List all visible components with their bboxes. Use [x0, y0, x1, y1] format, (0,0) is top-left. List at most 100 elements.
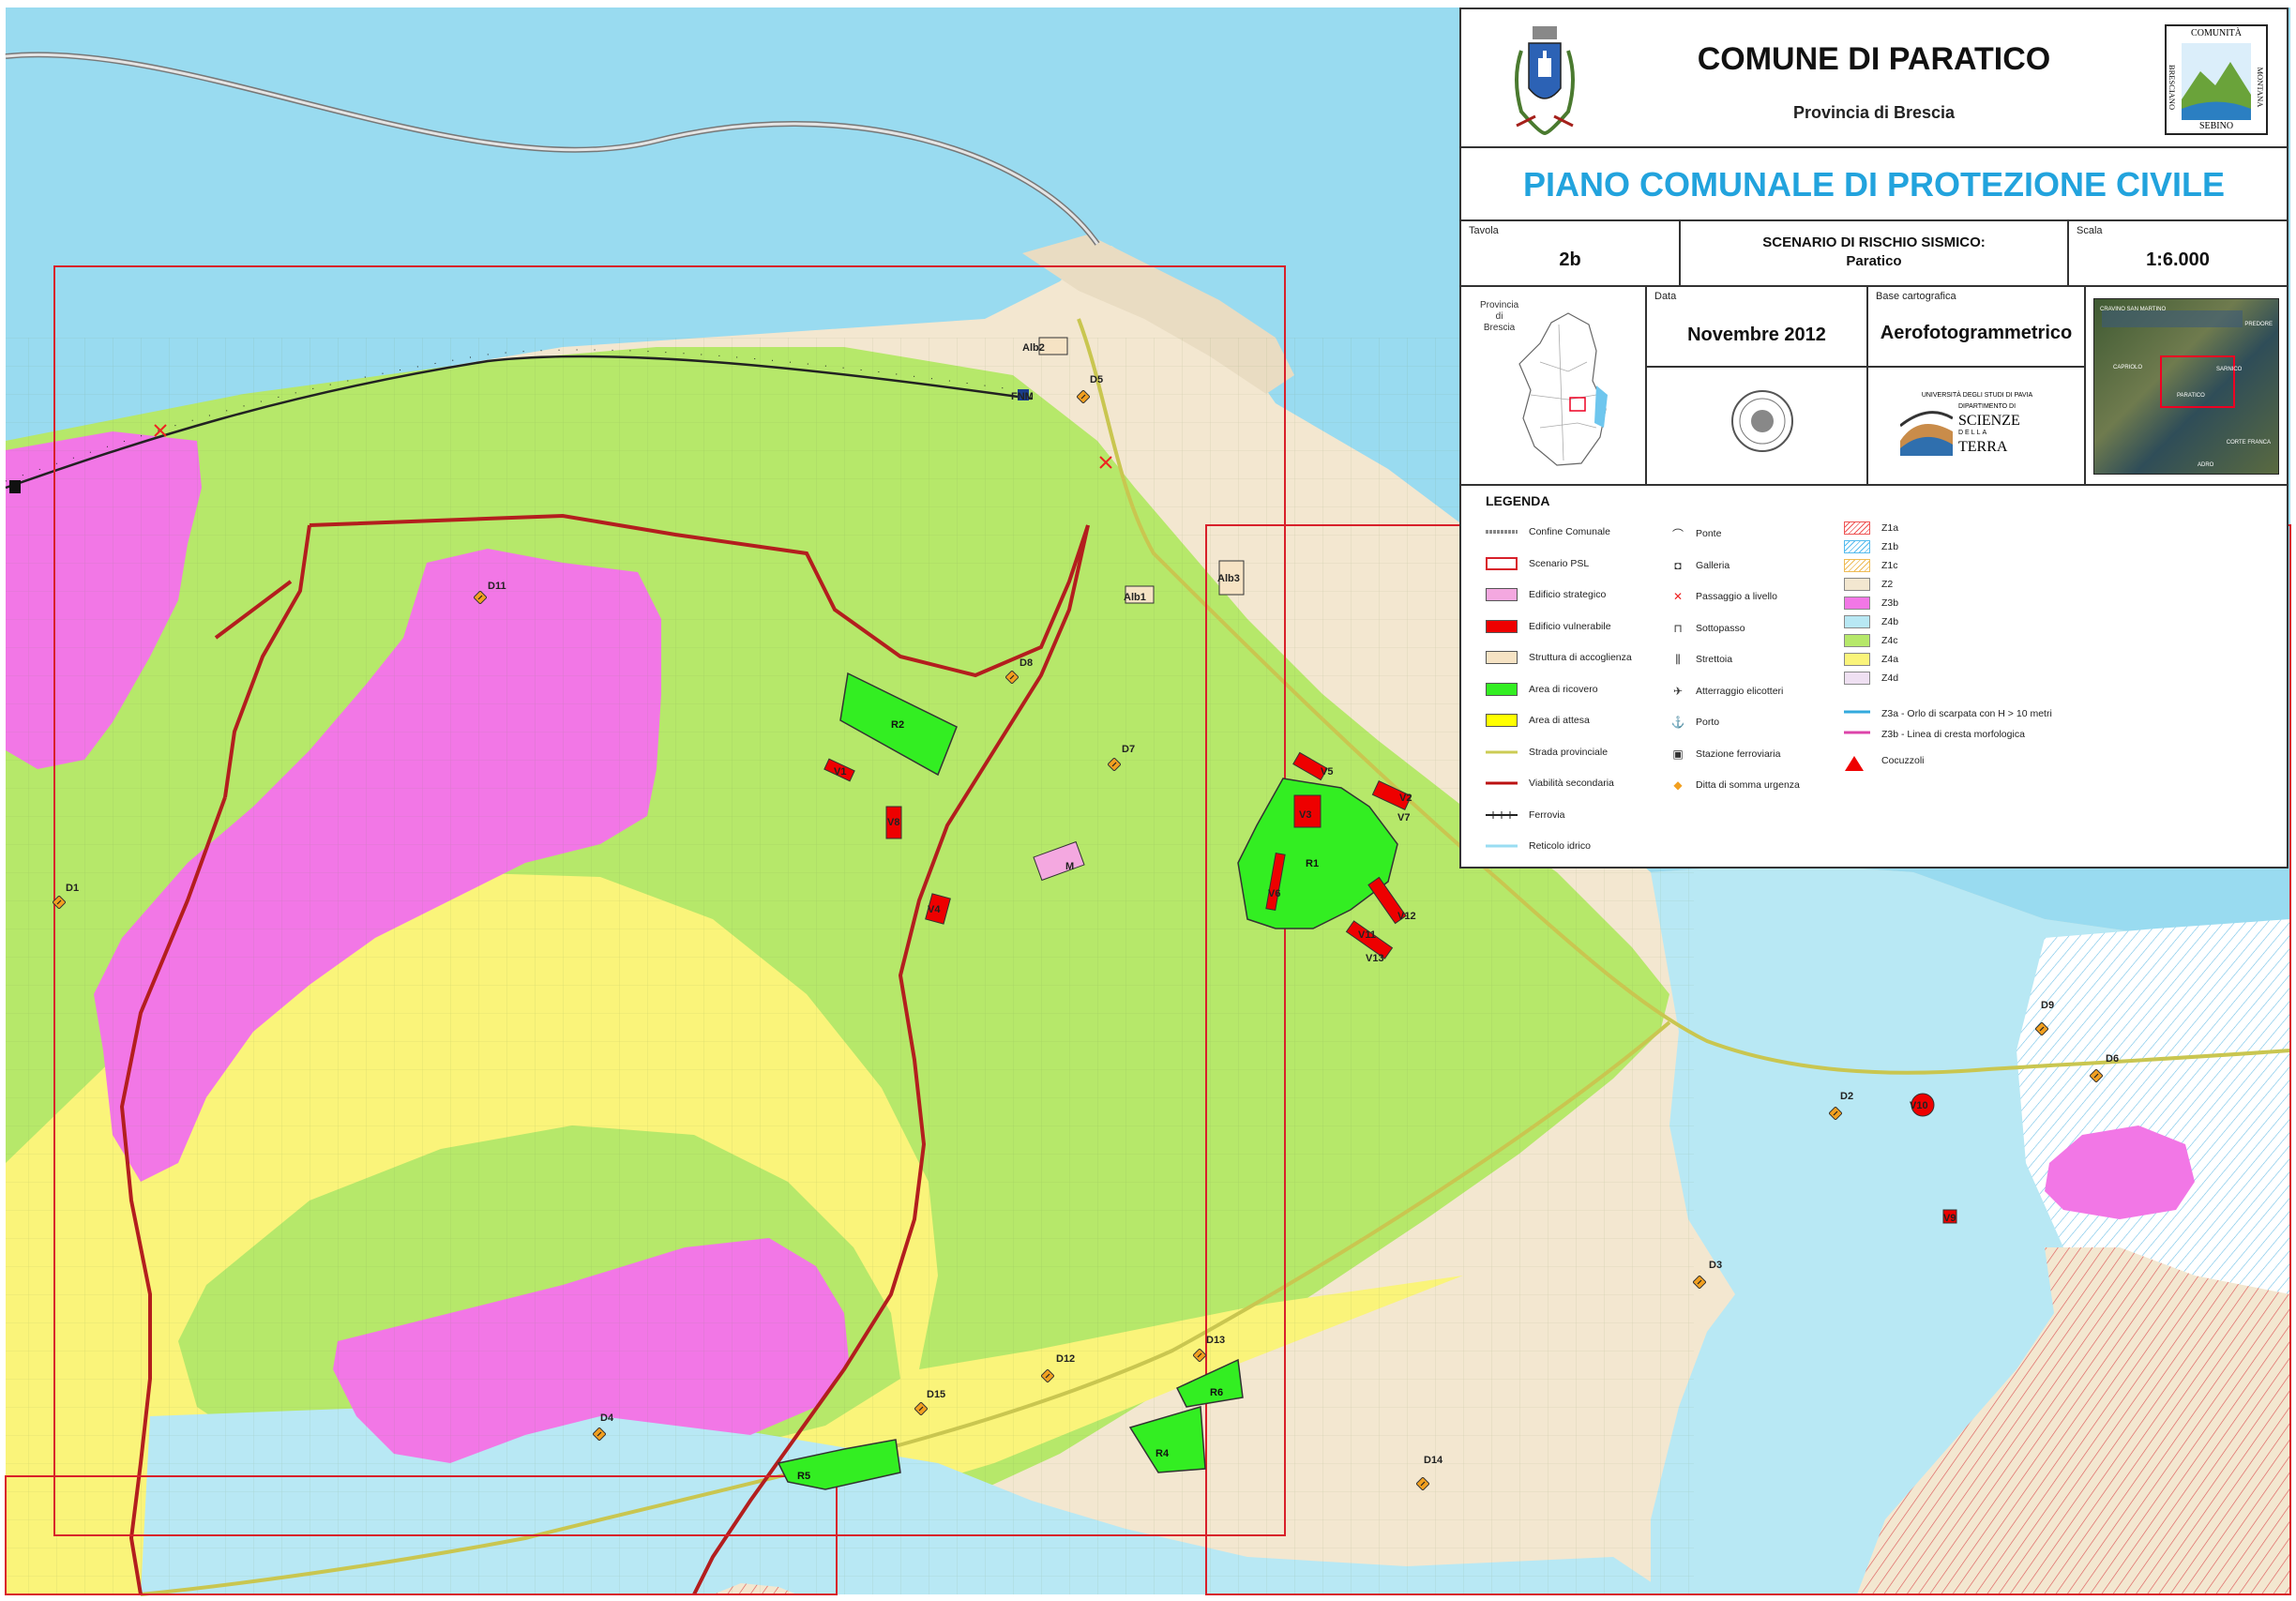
cocuzzoli-icon — [1844, 754, 1870, 771]
z4a-swatch — [1844, 653, 1870, 666]
label-r2: R2 — [891, 719, 904, 731]
cell-base-cartografica: Base cartografica Aerofotogrammetrico UN… — [1868, 287, 2086, 484]
logo-unipv: UNIVERSITÀ DEGLI STUDI DI PAVIA DIPARTIM… — [1900, 392, 2054, 460]
legend-title: LEGENDA — [1486, 493, 1550, 508]
ditta-icon: ◆ — [1673, 778, 1683, 792]
porto-icon: ⚓ — [1670, 716, 1685, 729]
legend-label: Ditta di somma urgenza — [1696, 779, 1800, 791]
legend-label: Z1c — [1881, 560, 1898, 571]
legend-label: Strettoia — [1696, 654, 1733, 665]
label-v13: V13 — [1366, 953, 1384, 964]
cell-inset-map: Provincia di Brescia — [1461, 287, 1647, 484]
legend-label: Cocuzzoli — [1881, 755, 1925, 766]
legend-item-ditta-di-somma-urgenza: ◆ Ditta di somma urgenza — [1669, 778, 1800, 792]
data-value: Novembre 2012 — [1687, 325, 1826, 345]
line-1-swatch — [1844, 707, 1870, 720]
legend-label: Stazione ferroviaria — [1696, 748, 1781, 760]
scala-value: 1:6.000 — [2146, 249, 2210, 270]
legend-item-ferrovia: Ferrovia — [1486, 808, 1565, 822]
legend-item-cocuzzoli: Cocuzzoli — [1844, 754, 1925, 771]
aerial-photo: CRAVINO SAN MARTINO PREDORE PARATICO SAR… — [2093, 298, 2279, 475]
label-alb1: Alb1 — [1124, 592, 1146, 603]
label-d11: D11 — [488, 581, 506, 592]
provincia-subtitle: Provincia di Brescia — [1792, 103, 1956, 122]
label-v9: V9 — [1943, 1213, 1956, 1224]
legend-label: Scenario PSL — [1529, 557, 1590, 569]
legend-item-z3b-linea-di-cresta-morfologica: Z3b - Linea di cresta morfologica — [1844, 728, 2025, 741]
label-v7: V7 — [1397, 812, 1410, 823]
label-m: M — [1065, 861, 1074, 872]
comune-title: COMUNE DI PARATICO — [1697, 41, 2051, 77]
strada-provinciale-swatch — [1486, 746, 1518, 759]
cell-aerial: CRAVINO SAN MARTINO PREDORE PARATICO SAR… — [2086, 287, 2287, 484]
label-d12: D12 — [1056, 1353, 1075, 1365]
z3b-swatch — [1844, 597, 1870, 610]
legend-item-area-di-ricovero: Area di ricovero — [1486, 682, 1598, 696]
legend-item-confine-comunale: Confine Comunale — [1486, 525, 1610, 538]
legend-label: Viabilità secondaria — [1529, 778, 1614, 789]
z4d-swatch — [1844, 672, 1870, 685]
university-seal-icon — [1731, 390, 1793, 452]
legend-item-passaggio-a-livello: ✕ Passaggio a livello — [1669, 590, 1777, 603]
label-r4: R4 — [1156, 1448, 1170, 1459]
struttura-di-accoglienza-swatch — [1486, 651, 1518, 664]
line-2-swatch — [1844, 728, 1870, 741]
z2-swatch — [1844, 578, 1870, 591]
legend-label: Struttura di accoglienza — [1529, 652, 1632, 663]
logo-bottom-text: SEBINO — [2198, 121, 2234, 131]
legend-label: Z1b — [1881, 541, 1899, 552]
legend-label: Z3a - Orlo di scarpata con H > 10 metri — [1881, 708, 2052, 719]
z1c-swatch — [1844, 559, 1870, 572]
legend-label: Confine Comunale — [1529, 526, 1610, 537]
label-v6: V6 — [1268, 888, 1280, 899]
edificio-vulnerabile-swatch — [1486, 619, 1518, 633]
legend-item-strada-provinciale: Strada provinciale — [1486, 746, 1608, 759]
elicotteri-icon: ✈ — [1672, 684, 1684, 698]
piano-title: PIANO COMUNALE DI PROTEZIONE CIVILE — [1522, 165, 2226, 204]
label-v8: V8 — [887, 817, 899, 828]
legend-label: Z4c — [1881, 635, 1898, 646]
tavola-value: 2b — [1559, 249, 1581, 270]
cell-scala: Scala 1:6.000 — [2069, 221, 2287, 285]
legend-label: Porto — [1696, 717, 1720, 728]
label-fnm: FNM — [1011, 391, 1034, 402]
label-d14: D14 — [1424, 1455, 1443, 1466]
edificio-strategico-swatch — [1486, 588, 1518, 601]
legend-item-z4a: Z4a — [1844, 653, 1898, 666]
header-tavola-row: Tavola 2b SCENARIO DI RISCHIO SISMICO: P… — [1461, 221, 2287, 287]
viabilit-secondaria-swatch — [1486, 777, 1518, 790]
scenario-line2: Paratico — [1846, 253, 1902, 269]
scenario-psl-swatch — [1486, 556, 1518, 570]
label-d3: D3 — [1709, 1260, 1722, 1271]
legend-item-ponte: ⌒ Ponte — [1669, 527, 1722, 541]
legend-item-z4d: Z4d — [1844, 672, 1898, 685]
label-v10: V10 — [1910, 1100, 1928, 1111]
legend-item-strettoia: ⫼ Strettoia — [1669, 653, 1732, 666]
scenario-line1: SCENARIO DI RISCHIO SISMICO: — [1762, 234, 1986, 250]
legend-label: Strada provinciale — [1529, 746, 1609, 758]
legend-item-z3b: Z3b — [1844, 597, 1898, 610]
legend-label: Z4d — [1881, 672, 1899, 684]
area-di-ricovero-swatch — [1486, 682, 1518, 696]
legend: LEGENDA Confine Comunale Scenario PSL Edif… — [1461, 486, 2287, 867]
label-d4: D4 — [600, 1412, 614, 1424]
logo-left-text: BRESCIANO — [2168, 64, 2177, 111]
legend-item-atterraggio-elicotteri: ✈ Atterraggio elicotteri — [1669, 685, 1783, 698]
legend-label: Z3b — [1881, 597, 1899, 609]
label-d1: D1 — [66, 883, 79, 894]
legend-label: Edificio vulnerabile — [1529, 620, 1611, 632]
legend-label: Ponte — [1696, 528, 1722, 539]
logo-top-text: COMUNITÀ — [2191, 28, 2242, 38]
ponte-icon: ⌒ — [1671, 527, 1684, 541]
legend-item-scenario-psl: Scenario PSL — [1486, 556, 1590, 570]
legend-item-z1a: Z1a — [1844, 521, 1898, 535]
base-label: Base cartografica — [1876, 291, 1956, 302]
legend-item-sottopasso: ⊓ Sottopasso — [1669, 622, 1745, 635]
strettoia-icon: ⫼ — [1675, 652, 1681, 666]
legend-label: Z4b — [1881, 616, 1899, 627]
scala-label: Scala — [2077, 225, 2103, 236]
confine-comunale-swatch — [1486, 525, 1518, 538]
label-d7: D7 — [1122, 744, 1135, 755]
legend-label: Atterraggio elicotteri — [1696, 685, 1784, 697]
legend-item-z1b: Z1b — [1844, 540, 1898, 553]
